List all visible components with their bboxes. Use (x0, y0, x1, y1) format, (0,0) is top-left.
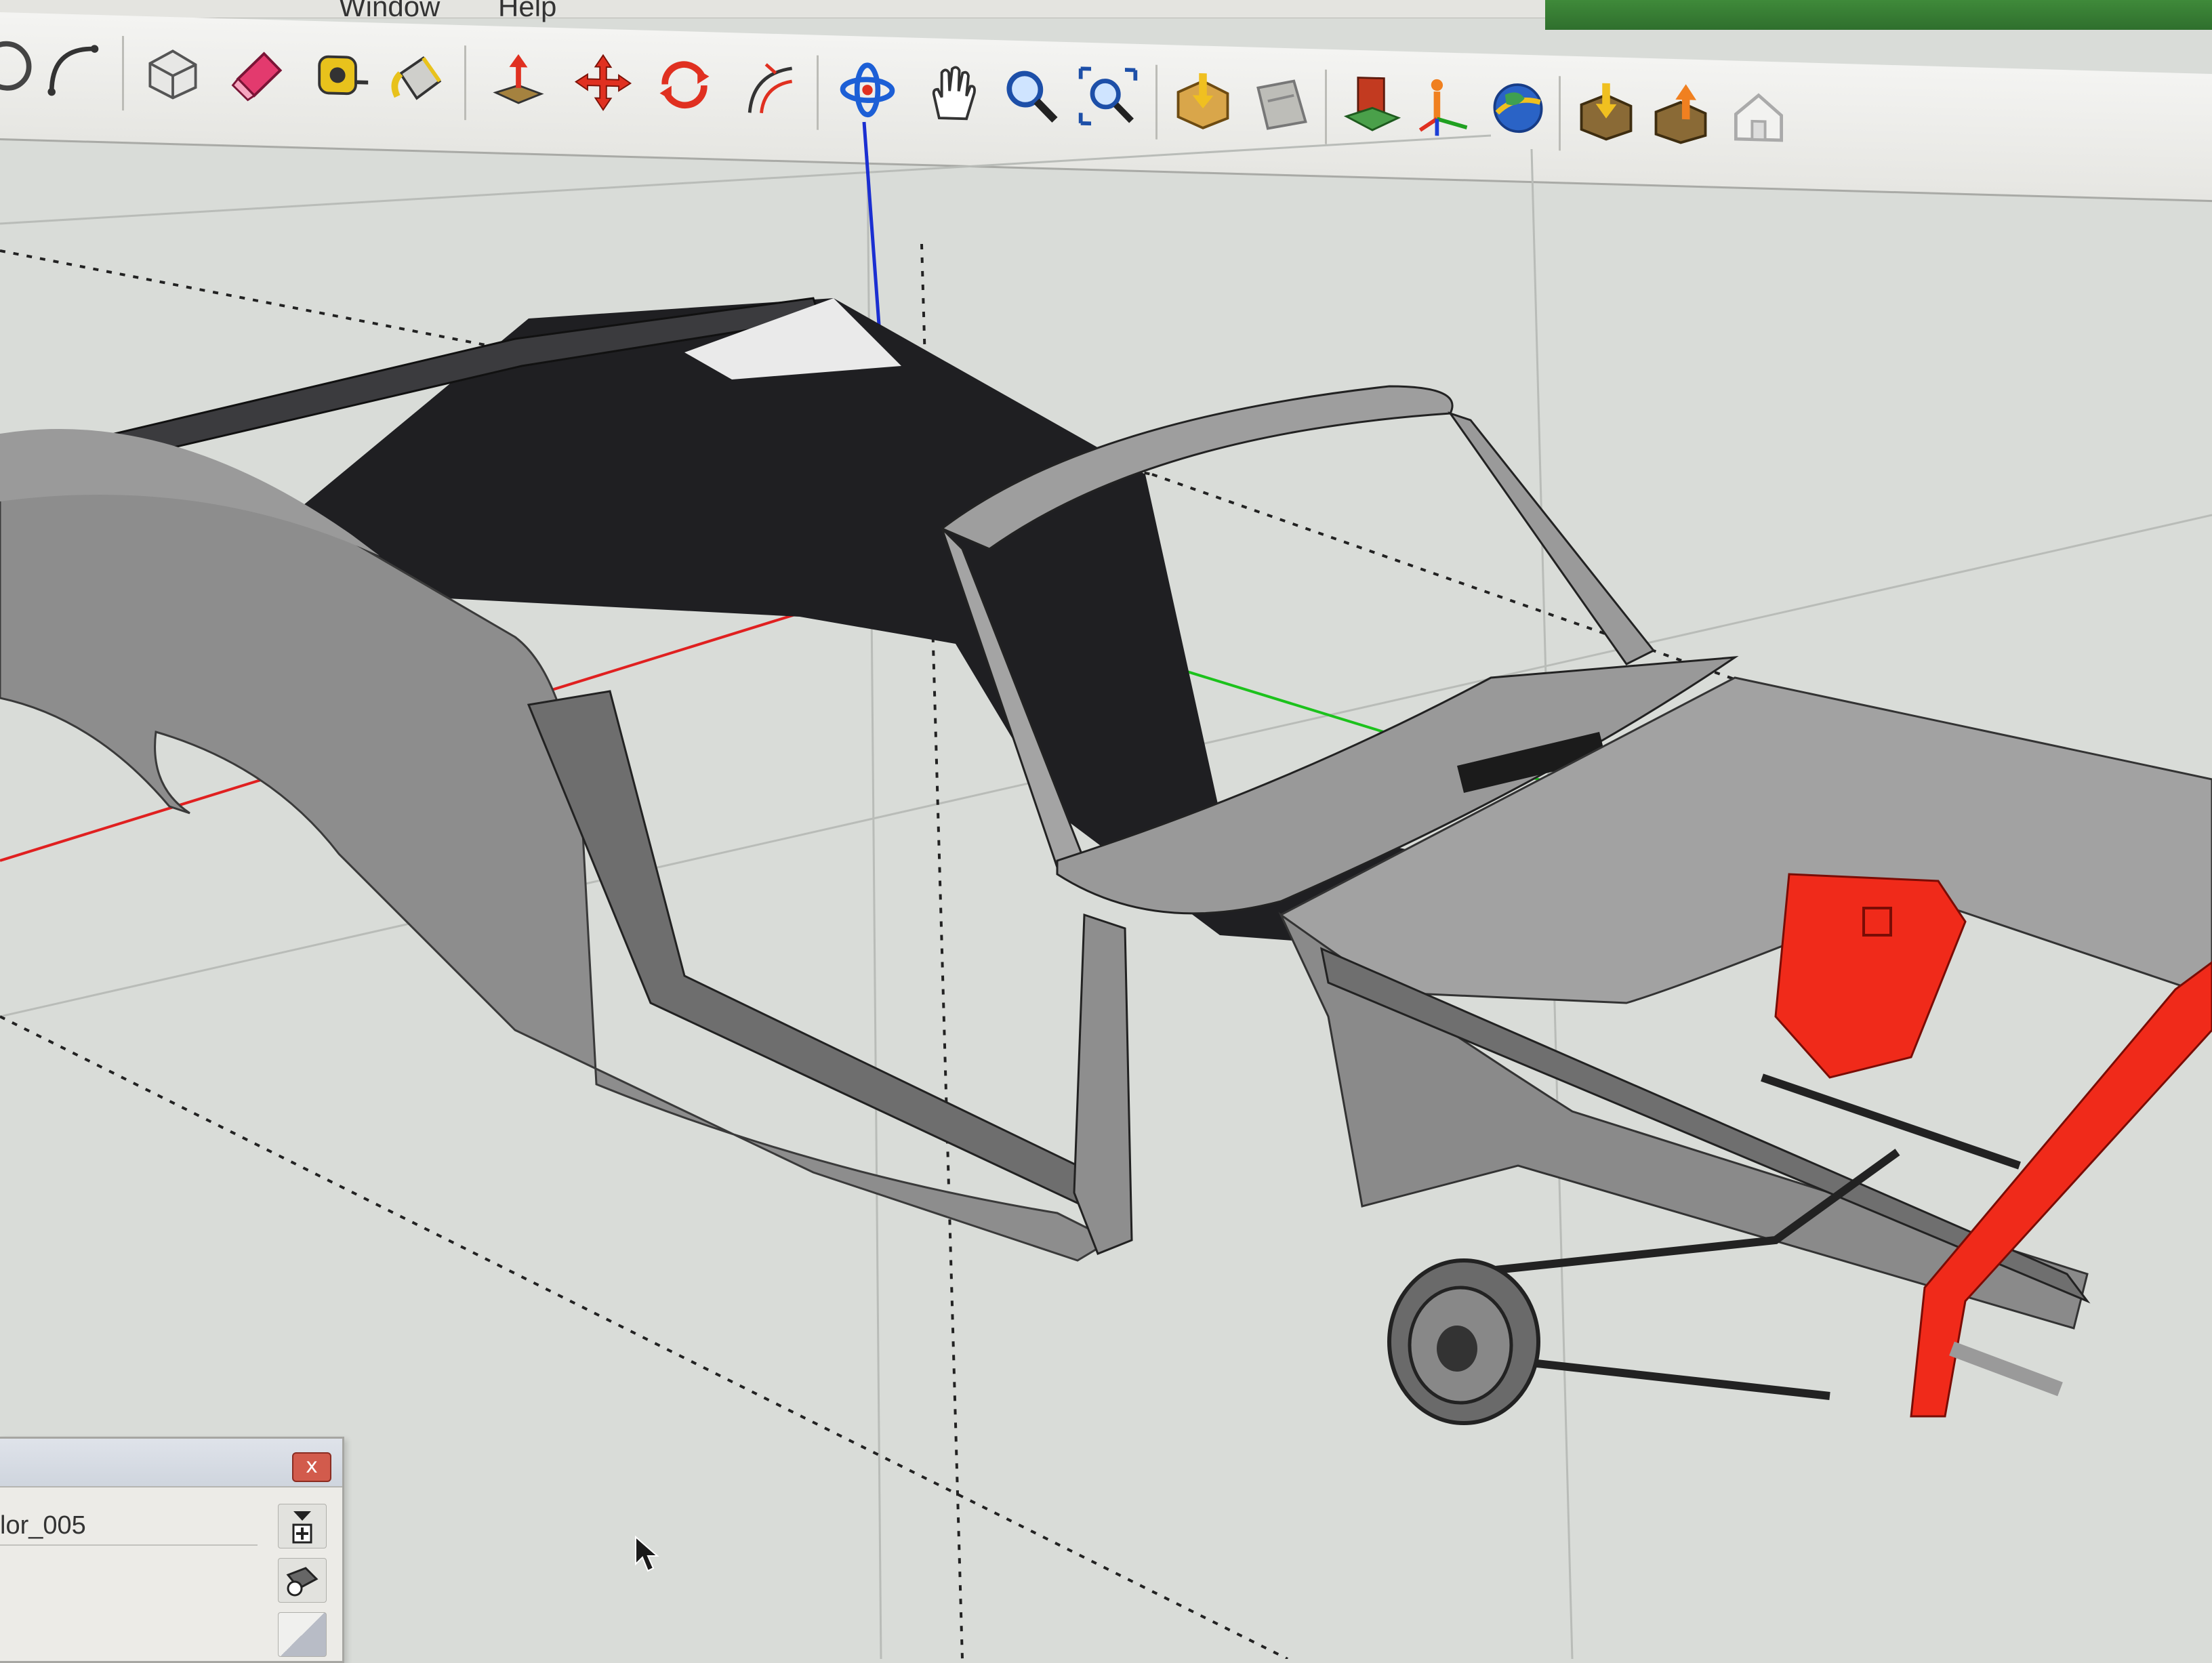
tie-rod (1949, 1341, 2063, 1397)
toolbar-separator (122, 36, 124, 111)
eraser-icon (231, 52, 283, 102)
red-radiator-support (1774, 873, 1967, 1079)
panel-title-bar: x (0, 1439, 342, 1487)
circle-icon (0, 41, 32, 91)
circle-tool[interactable] (0, 28, 41, 104)
make-component-tool[interactable] (139, 33, 207, 109)
arc-icon (47, 45, 99, 96)
model-viewport[interactable] (0, 102, 2212, 1659)
taskbar-strip (1545, 0, 2212, 30)
material-name-field[interactable]: lor_005 (0, 1506, 258, 1546)
add-material-icon (292, 1511, 312, 1544)
sample-paint-button[interactable] (278, 1558, 327, 1603)
windshield-pillar-right (1448, 411, 1656, 665)
component-box-icon (148, 49, 197, 100)
sample-paint-icon (286, 1567, 319, 1597)
car-body-model (0, 121, 2212, 1659)
materials-panel: x lor_005 (0, 1437, 344, 1663)
wheel-hub (1387, 1258, 1540, 1425)
door-sill (527, 690, 1086, 1208)
paint-bucket-icon (391, 56, 442, 100)
menu-window[interactable]: Window (339, 0, 440, 23)
create-material-button[interactable] (278, 1504, 327, 1548)
eraser-tool[interactable] (224, 35, 291, 111)
close-button[interactable]: x (292, 1452, 331, 1482)
material-swatch[interactable] (278, 1612, 327, 1657)
door-pillar (1073, 913, 1133, 1255)
mouse-cursor-icon (635, 1536, 659, 1572)
arc-tool[interactable] (37, 30, 105, 106)
menu-help[interactable]: Help (498, 0, 556, 23)
tape-measure-icon (318, 55, 369, 96)
